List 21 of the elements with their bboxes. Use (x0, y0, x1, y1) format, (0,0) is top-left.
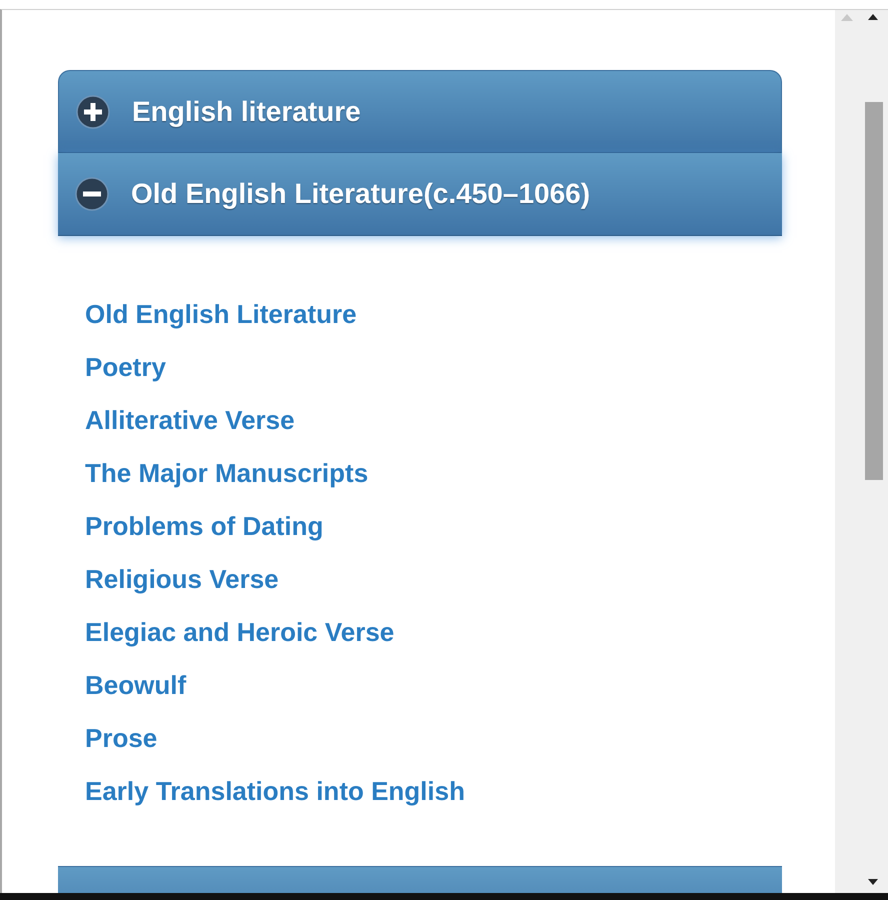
section-header[interactable]: Old English Literature(c.450–1066) (58, 153, 782, 236)
section-title: Old English Literature(c.450–1066) (131, 178, 590, 210)
scrollbar-thumb[interactable] (865, 102, 883, 480)
minus-icon (75, 177, 109, 211)
topic-link[interactable]: The Major Manuscripts (85, 447, 368, 500)
topic-link[interactable]: Old English Literature (85, 288, 357, 341)
plus-icon (76, 94, 110, 128)
topic-link[interactable]: Religious Verse (85, 553, 279, 606)
topic-link[interactable]: Early Translations into English (85, 765, 465, 818)
topic-link[interactable]: Alliterative Verse (85, 394, 295, 447)
topic-link[interactable]: Poetry (85, 341, 166, 394)
topic-link[interactable]: Problems of Dating (85, 500, 324, 553)
topic-link[interactable]: Beowulf (85, 659, 186, 712)
topic-link[interactable]: Elegiac and Heroic Verse (85, 606, 394, 659)
scroll-up-icon (840, 14, 852, 21)
section-title: English literature (132, 96, 361, 128)
topic-link[interactable]: Prose (85, 712, 158, 765)
scroll-down-icon[interactable] (868, 879, 878, 885)
scrollbar[interactable] (858, 10, 888, 893)
section-header[interactable]: English literature (58, 70, 782, 153)
scroll-up-icon[interactable] (868, 14, 878, 20)
